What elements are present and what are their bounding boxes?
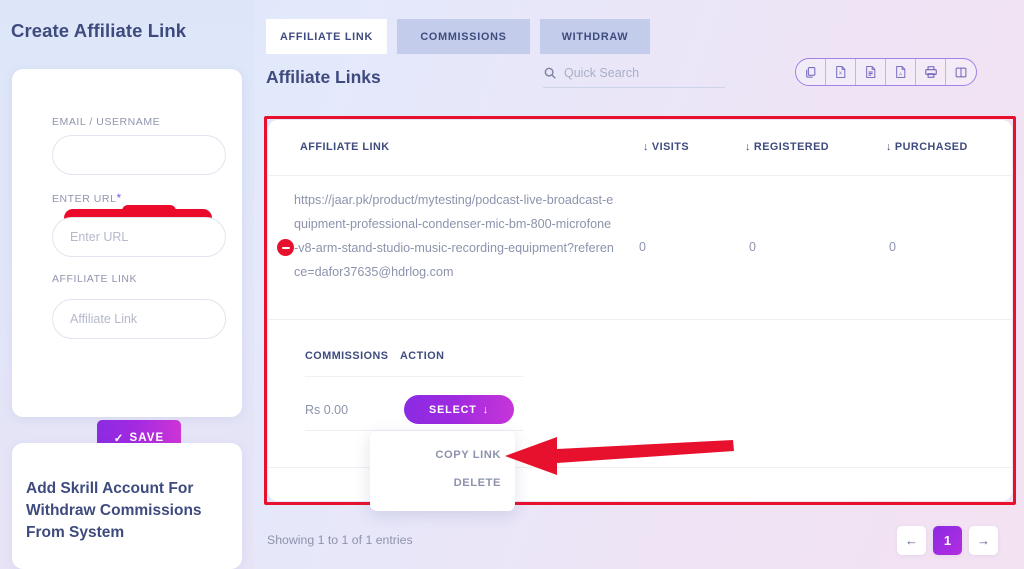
column-header-registered[interactable]: ↓ REGISTERED — [745, 141, 829, 153]
tab-bar: AFFILIATE LINK COMMISSIONS WITHDRAW — [266, 19, 650, 54]
columns-icon — [955, 67, 967, 77]
quick-search-field[interactable] — [543, 58, 725, 88]
pagination-next-button[interactable]: → — [969, 526, 998, 555]
email-username-label: EMAIL / USERNAME — [52, 116, 161, 128]
sub-column-header-action: ACTION — [400, 350, 445, 362]
menu-item-delete[interactable]: DELETE — [454, 477, 501, 489]
print-icon — [924, 66, 937, 78]
cell-visits: 0 — [639, 240, 646, 254]
sort-down-icon: ↓ — [886, 141, 892, 153]
row-divider — [268, 319, 1012, 320]
required-asterisk: * — [116, 191, 122, 205]
excel-icon: X — [836, 66, 846, 78]
cell-purchased: 0 — [889, 240, 896, 254]
section-title: Affiliate Links — [266, 67, 381, 87]
column-header-visits[interactable]: ↓ VISITS — [643, 141, 689, 153]
enter-url-input[interactable] — [52, 217, 226, 257]
pagination-page-1[interactable]: 1 — [933, 526, 962, 555]
enter-url-label-text: ENTER URL — [52, 193, 117, 205]
sub-table-divider-top — [305, 376, 523, 377]
csv-icon-button[interactable] — [856, 59, 886, 85]
column-header-purchased[interactable]: ↓ PURCHASED — [886, 141, 968, 153]
pdf-icon: A — [896, 66, 906, 78]
tab-commissions[interactable]: COMMISSIONS — [397, 19, 530, 54]
action-dropdown-menu: COPY LINK DELETE — [370, 431, 515, 511]
pagination-prev-button[interactable]: ← — [897, 526, 926, 555]
search-input[interactable] — [564, 65, 714, 80]
column-header-registered-label: REGISTERED — [753, 141, 830, 153]
column-header-visits-label: VISITS — [651, 141, 690, 153]
svg-text:A: A — [899, 71, 903, 76]
showing-entries-text: Showing 1 to 1 of 1 entries — [267, 533, 413, 547]
copy-icon — [806, 66, 816, 78]
select-action-button[interactable]: SELECT ↓ — [404, 395, 514, 424]
email-username-input[interactable] — [52, 135, 226, 175]
svg-text:X: X — [839, 71, 843, 77]
page-title: Create Affiliate Link — [11, 20, 187, 41]
menu-item-copy-link[interactable]: COPY LINK — [435, 449, 501, 461]
select-button-label: SELECT — [429, 403, 477, 416]
create-affiliate-link-card: EMAIL / USERNAME ENTER URL* AFFILIATE LI… — [12, 69, 242, 455]
cell-commission-value: Rs 0.00 — [305, 403, 349, 417]
print-icon-button[interactable] — [916, 59, 946, 85]
export-toolbar: X A — [795, 58, 977, 86]
column-header-purchased-label: PURCHASED — [894, 141, 968, 153]
chevron-down-icon: ↓ — [482, 403, 489, 416]
tab-withdraw[interactable]: WITHDRAW — [540, 19, 650, 54]
sub-column-header-commissions: COMMISSIONS — [305, 350, 389, 362]
pdf-icon-button[interactable]: A — [886, 59, 916, 85]
affiliate-link-input[interactable] — [52, 299, 226, 339]
column-header-affiliate-link[interactable]: AFFILIATE LINK — [300, 141, 390, 153]
sidebar: Create Affiliate Link EMAIL / USERNAME E… — [0, 0, 254, 569]
minus-circle-icon[interactable] — [277, 239, 294, 256]
sort-down-icon: ↓ — [745, 141, 751, 153]
save-button-label: SAVE — [129, 431, 165, 444]
pagination: ← 1 → — [897, 526, 998, 555]
sort-down-icon: ↓ — [643, 141, 649, 153]
tab-affiliate-link[interactable]: AFFILIATE LINK — [266, 19, 387, 54]
affiliate-link-label: AFFILIATE LINK — [52, 273, 138, 285]
search-icon — [544, 67, 556, 79]
csv-icon — [866, 66, 876, 78]
copy-icon-button[interactable] — [796, 59, 826, 85]
enter-url-label: ENTER URL* — [52, 191, 122, 205]
table-header-row: AFFILIATE LINK ↓ VISITS ↓ REGISTERED ↓ PURC… — [268, 120, 1012, 176]
skrill-card-title: Add Skrill Account For Withdraw Commissi… — [26, 480, 202, 541]
affiliate-link-url: https://jaar.pk/product/mytesting/podcas… — [294, 193, 614, 279]
cell-registered: 0 — [749, 240, 756, 254]
columns-icon-button[interactable] — [946, 59, 976, 85]
excel-icon-button[interactable]: X — [826, 59, 856, 85]
